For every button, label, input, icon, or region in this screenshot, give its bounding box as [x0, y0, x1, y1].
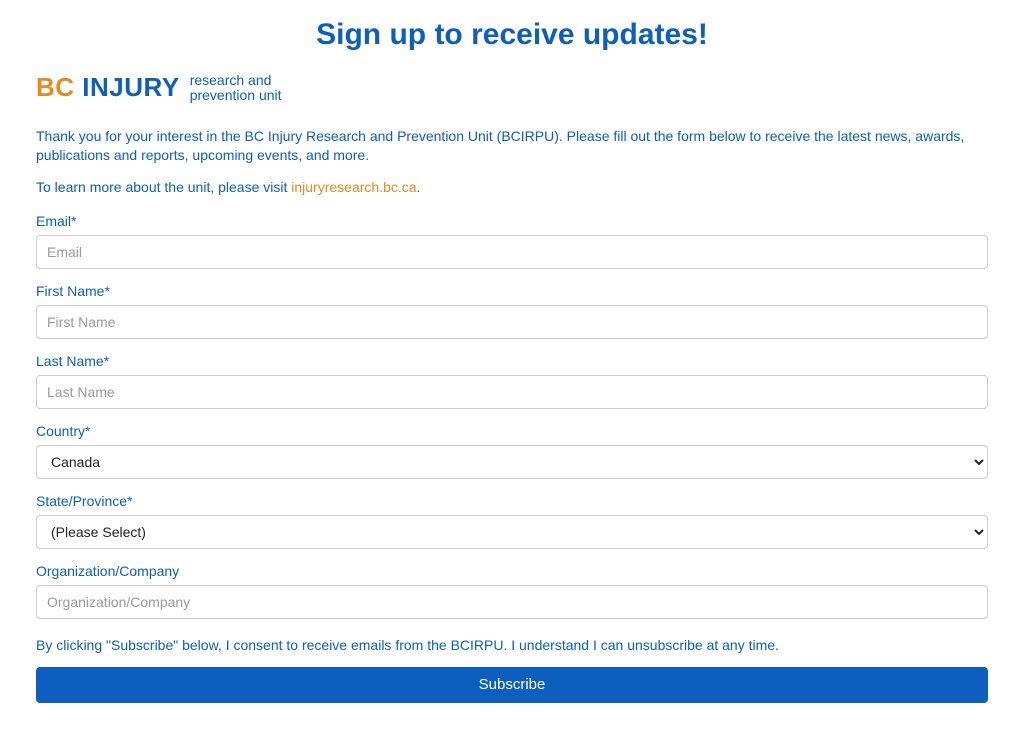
logo-tagline: research and prevention unit [188, 73, 282, 102]
country-select[interactable]: Canada [36, 445, 988, 479]
email-label: Email* [36, 213, 988, 229]
brand-logo: BC INJURY research and prevention unit [36, 72, 988, 103]
last-name-label: Last Name* [36, 353, 988, 369]
logo-wordmark: BC INJURY [36, 72, 180, 103]
page-title: Sign up to receive updates! [36, 18, 988, 52]
subscribe-button[interactable]: Subscribe [36, 667, 988, 703]
learn-more-prefix: To learn more about the unit, please vis… [36, 179, 291, 195]
first-name-input[interactable] [36, 305, 988, 339]
learn-more-link[interactable]: injuryresearch.bc.ca [291, 179, 416, 195]
state-select[interactable]: (Please Select) [36, 515, 988, 549]
last-name-input[interactable] [36, 375, 988, 409]
logo-tagline-line2: prevention unit [190, 88, 282, 103]
logo-injury-text: INJURY [82, 72, 179, 102]
state-label: State/Province* [36, 493, 988, 509]
logo-tagline-line1: research and [190, 73, 282, 88]
organization-label: Organization/Company [36, 563, 988, 579]
organization-input[interactable] [36, 585, 988, 619]
intro-text: Thank you for your interest in the BC In… [36, 127, 988, 165]
learn-more-text: To learn more about the unit, please vis… [36, 179, 988, 195]
consent-text: By clicking "Subscribe" below, I consent… [36, 637, 988, 653]
first-name-label: First Name* [36, 283, 988, 299]
country-label: Country* [36, 423, 988, 439]
learn-more-suffix: . [417, 179, 421, 195]
email-input[interactable] [36, 235, 988, 269]
logo-bc-text: BC [36, 72, 75, 102]
